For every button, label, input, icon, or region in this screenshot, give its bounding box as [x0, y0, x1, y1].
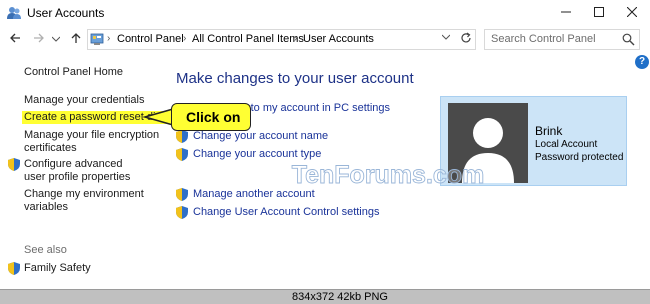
forward-arrow-icon [34, 33, 44, 43]
breadcrumb-control-panel[interactable]: Control Panel [117, 33, 184, 45]
up-button[interactable] [67, 29, 85, 47]
minimize-icon [560, 11, 571, 13]
image-info-text: 834x372 42kb PNG [291, 291, 388, 303]
shield-icon [176, 206, 188, 219]
link-uac-settings[interactable]: Change User Account Control settings [193, 206, 380, 218]
control-panel-icon [90, 33, 104, 45]
minimize-button[interactable] [549, 0, 582, 24]
navigation-bar: › Control Panel › All Control Panel Item… [0, 26, 650, 52]
sidebar-control-panel-home[interactable]: Control Panel Home [24, 66, 123, 79]
breadcrumb-separator-icon: › [107, 33, 111, 44]
search-input[interactable]: Search Control Panel [484, 29, 640, 50]
search-placeholder: Search Control Panel [491, 33, 596, 45]
shield-icon [8, 262, 20, 275]
close-icon [626, 6, 637, 18]
callout-text: Click on [186, 109, 241, 125]
close-button[interactable] [615, 0, 648, 24]
chevron-down-icon [441, 34, 451, 40]
see-also-heading: See also [24, 244, 67, 256]
up-arrow-icon [71, 33, 81, 43]
sidebar-item-manage-credentials[interactable]: Manage your credentials [24, 94, 144, 107]
refresh-button[interactable] [458, 30, 474, 46]
tenforums-watermark: TenForums.com [291, 161, 485, 190]
address-dropdown-button[interactable] [438, 29, 454, 45]
help-icon[interactable]: ? [635, 55, 649, 69]
user-name: Brink [535, 124, 563, 138]
image-info-bar: 834x372 42kb PNG [0, 289, 650, 304]
breadcrumb-separator-icon: › [183, 33, 187, 44]
shield-icon [176, 188, 188, 201]
chevron-down-icon [51, 36, 61, 42]
maximize-button[interactable] [582, 0, 615, 24]
page-title: Make changes to your user account [176, 70, 414, 87]
shield-icon [8, 158, 20, 171]
see-also-family-safety[interactable]: Family Safety [24, 262, 91, 275]
sidebar-item-advanced-profile[interactable]: Configure advanced user profile properti… [24, 158, 144, 184]
breadcrumb-user-accounts[interactable]: User Accounts [303, 33, 374, 45]
refresh-icon [461, 32, 471, 43]
back-arrow-icon [10, 33, 20, 43]
title-bar: User Accounts [0, 0, 650, 26]
breadcrumb-all-items[interactable]: All Control Panel Items [192, 33, 304, 45]
recent-locations-button[interactable] [51, 30, 64, 48]
back-button[interactable] [6, 29, 24, 47]
user-accounts-icon [7, 7, 21, 19]
shield-icon [176, 148, 188, 161]
shield-icon [176, 130, 188, 143]
callout-box: Click on [171, 103, 251, 131]
address-bar[interactable]: › Control Panel › All Control Panel Item… [87, 29, 476, 50]
maximize-icon [593, 7, 604, 17]
forward-button[interactable] [30, 29, 48, 47]
user-account-type: Local Account [535, 139, 598, 150]
sidebar-item-file-encryption[interactable]: Manage your file encryption certificates [24, 129, 164, 155]
search-icon [622, 33, 635, 46]
breadcrumb-separator-icon: › [294, 33, 298, 44]
sidebar-item-environment-variables[interactable]: Change my environment variables [24, 188, 144, 214]
watermark-text: TenForums.com [292, 161, 485, 189]
user-password-status: Password protected [535, 152, 624, 163]
window-title: User Accounts [27, 6, 105, 20]
link-change-account-name[interactable]: Change your account name [193, 130, 328, 142]
